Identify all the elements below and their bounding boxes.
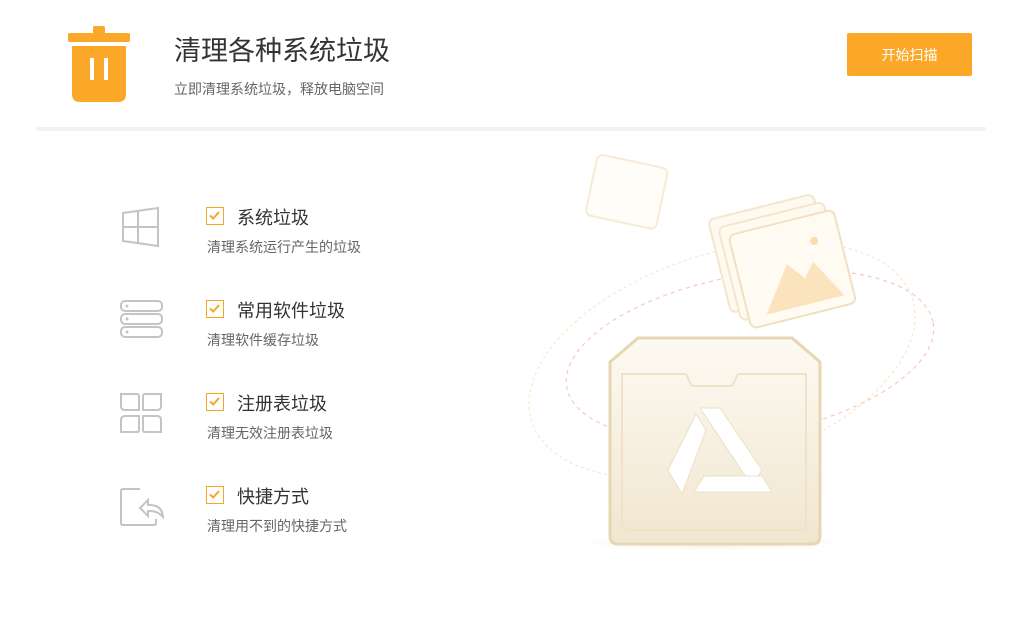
windows-icon: [118, 204, 164, 250]
system-junk-checkbox[interactable]: [206, 207, 224, 225]
page-subtitle: 立即清理系统垃圾，释放电脑空间: [174, 82, 384, 98]
registry-junk-checkbox[interactable]: [206, 393, 224, 411]
server-icon: [118, 297, 164, 343]
page-title: 清理各种系统垃圾: [174, 36, 390, 67]
item-title: 常用软件垃圾: [237, 301, 345, 322]
item-description: 清理无效注册表垃圾: [207, 426, 333, 442]
junk-box-illustration: [510, 140, 950, 560]
item-description: 清理软件缓存垃圾: [207, 333, 319, 349]
item-software-junk[interactable]: 常用软件垃圾 清理软件缓存垃圾: [118, 297, 478, 357]
start-scan-button[interactable]: 开始扫描: [847, 33, 972, 76]
item-title: 系统垃圾: [237, 208, 309, 229]
item-description: 清理用不到的快捷方式: [207, 519, 347, 535]
software-junk-checkbox[interactable]: [206, 300, 224, 318]
junk-cleaner-page: 清理各种系统垃圾 立即清理系统垃圾，释放电脑空间 开始扫描 系统垃圾 清理系统运…: [0, 0, 1018, 624]
item-registry-junk[interactable]: 注册表垃圾 清理无效注册表垃圾: [118, 390, 478, 450]
shortcuts-checkbox[interactable]: [206, 486, 224, 504]
item-title: 快捷方式: [237, 487, 309, 508]
registry-icon: [118, 390, 164, 436]
header-divider: [36, 127, 986, 131]
item-description: 清理系统运行产生的垃圾: [207, 240, 361, 256]
shortcut-icon: [118, 483, 165, 529]
item-title: 注册表垃圾: [237, 394, 327, 415]
item-system-junk[interactable]: 系统垃圾 清理系统运行产生的垃圾: [118, 204, 478, 264]
trash-icon: [66, 24, 132, 104]
item-shortcuts[interactable]: 快捷方式 清理用不到的快捷方式: [118, 483, 478, 543]
